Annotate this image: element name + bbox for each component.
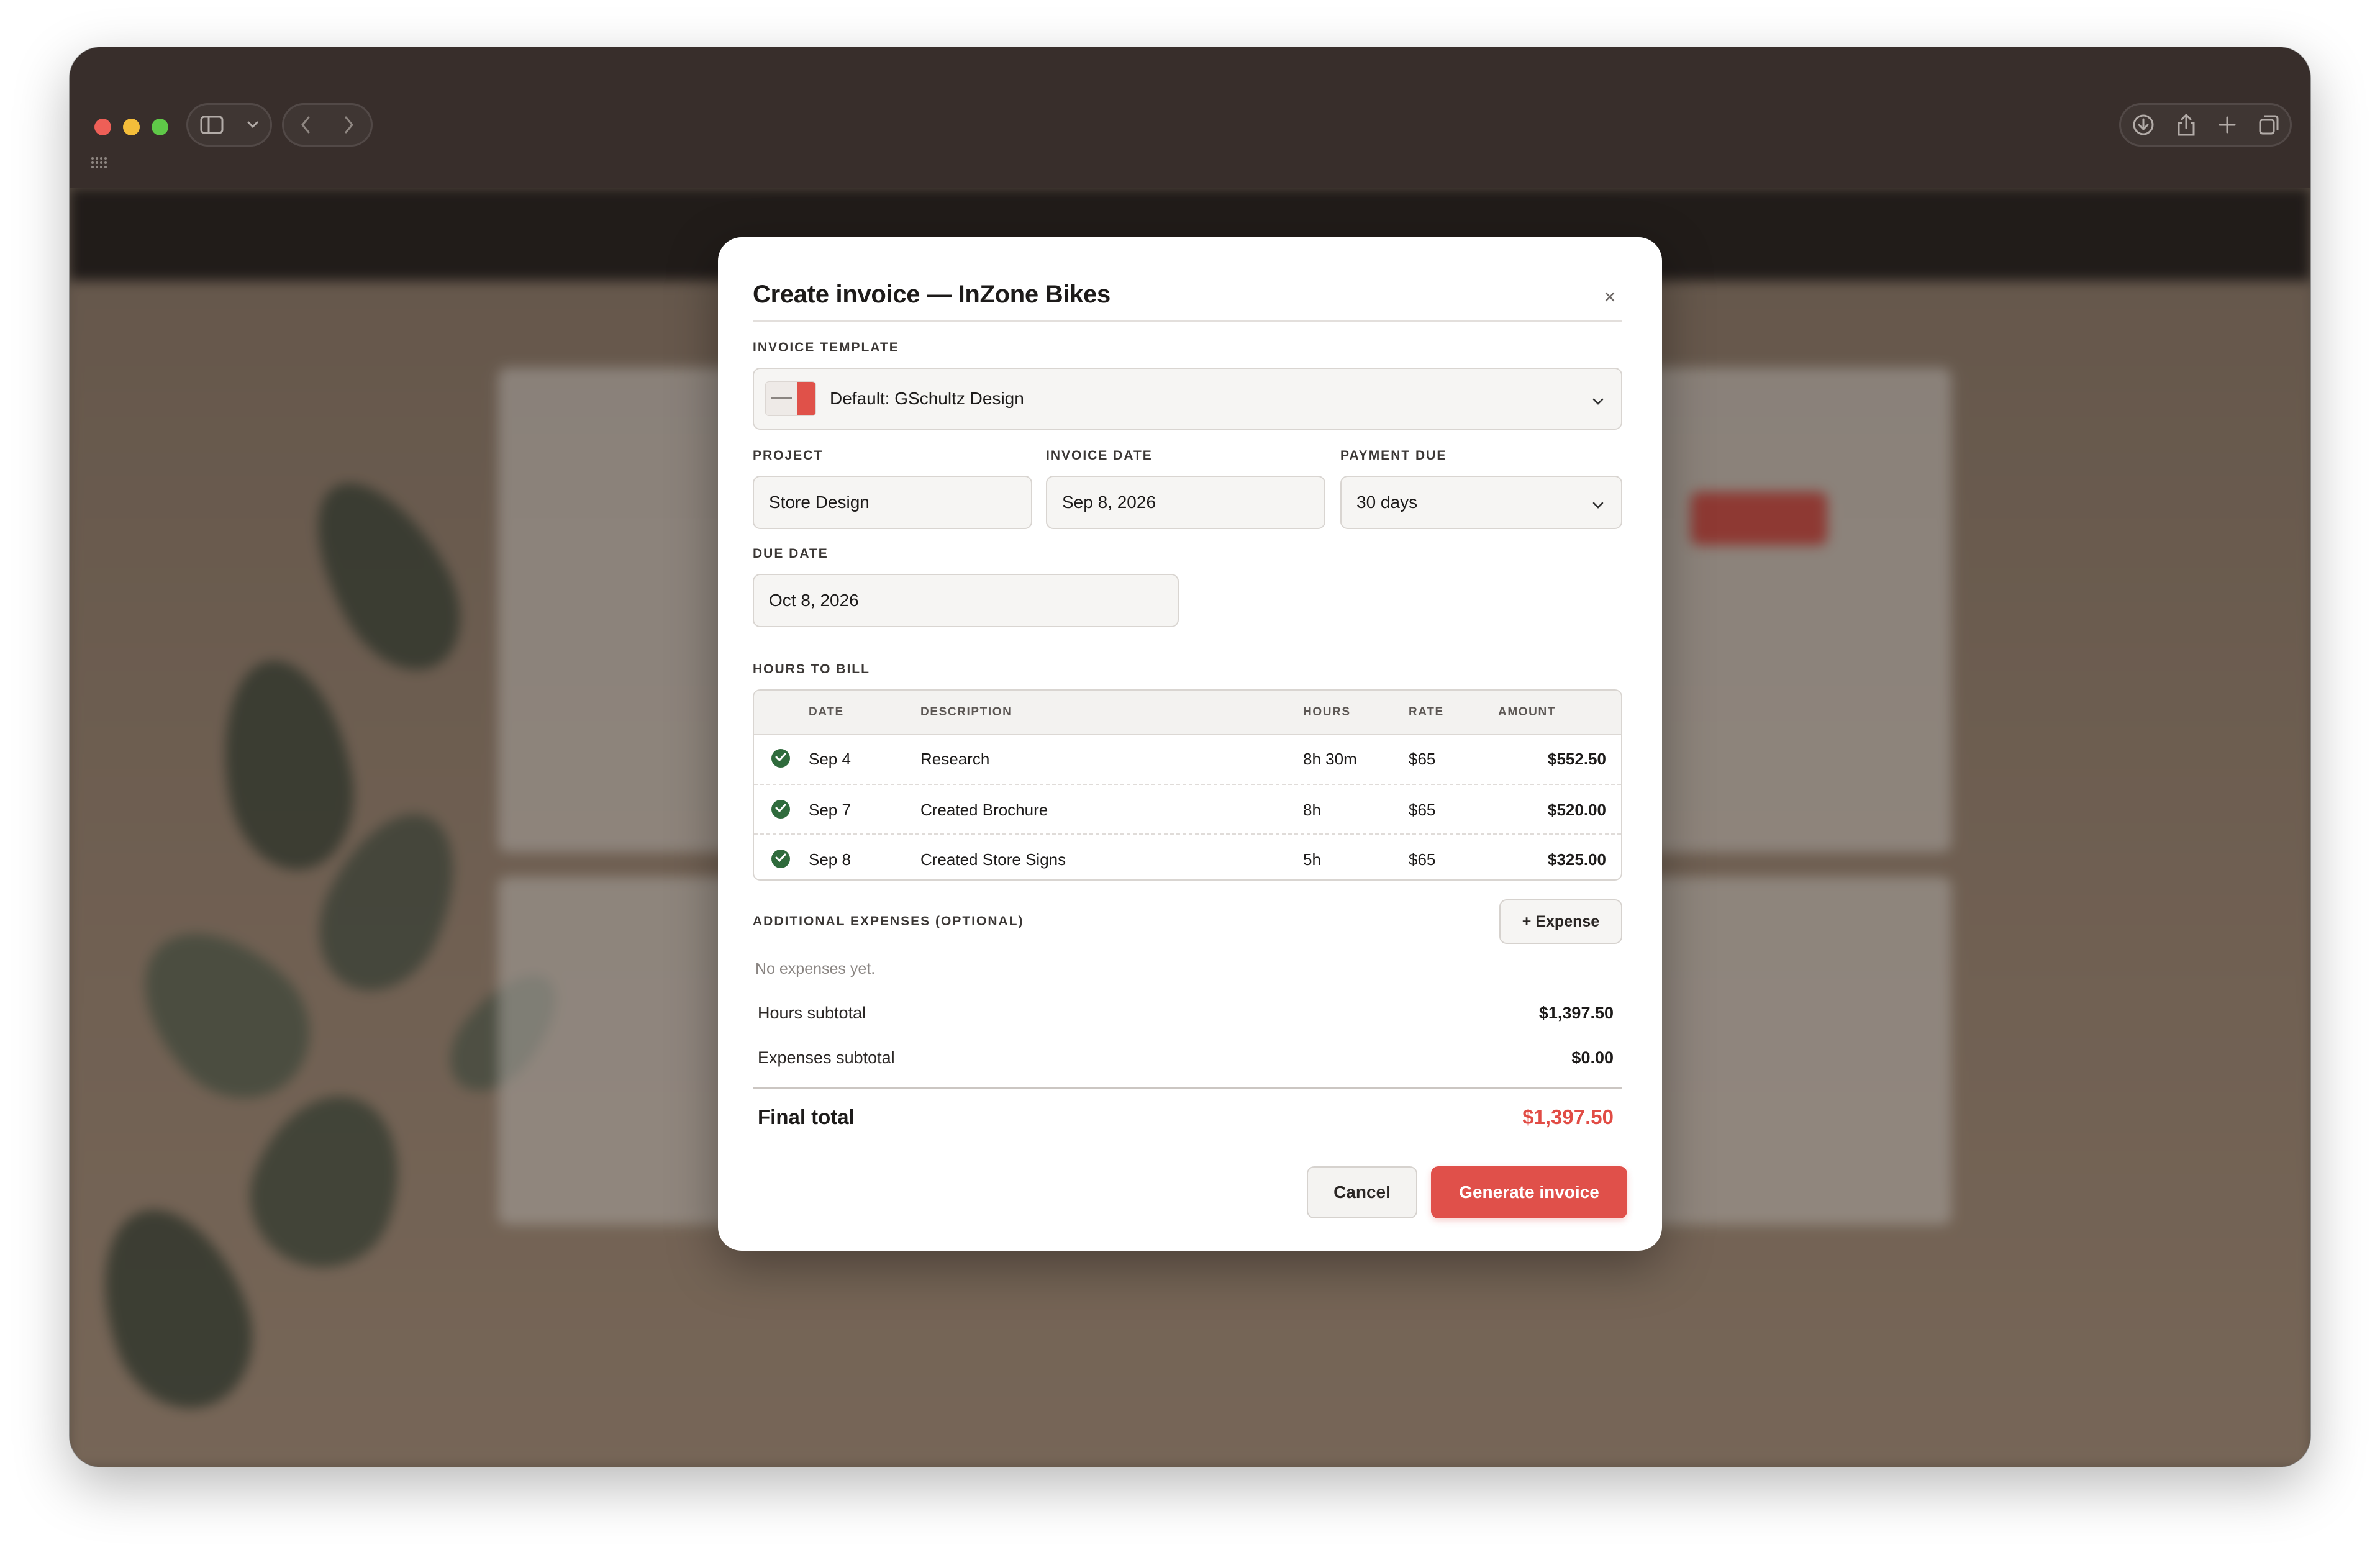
row-checkbox[interactable]	[771, 749, 790, 768]
invoice-template-value: Default: GSchultz Design	[830, 389, 1024, 408]
grid-dots-icon	[91, 156, 107, 172]
generate-invoice-button[interactable]: Generate invoice	[1431, 1166, 1627, 1218]
toolbar-actions	[2119, 103, 2292, 147]
sidebar-toggle-button[interactable]	[186, 103, 272, 147]
history-navigation	[282, 103, 373, 147]
tabs-overview-icon[interactable]	[2258, 114, 2279, 135]
close-icon	[1604, 291, 1615, 306]
hours-to-bill-label: HOURS TO BILL	[753, 662, 870, 676]
row-checkbox[interactable]	[771, 850, 790, 868]
table-row: Sep 7 Created Brochure 8h $65 $520.00	[754, 784, 1621, 835]
cancel-button[interactable]: Cancel	[1307, 1166, 1417, 1218]
table-header: DATE DESCRIPTION HOURS RATE AMOUNT	[754, 691, 1621, 735]
back-icon[interactable]	[300, 116, 311, 134]
invoice-template-label: INVOICE TEMPLATE	[753, 340, 899, 355]
checkmark-icon	[775, 804, 786, 815]
payment-due-value: 30 days	[1356, 492, 1418, 512]
due-date-label: DUE DATE	[753, 546, 829, 561]
create-invoice-dialog: Create invoice — InZone Bikes INVOICE TE…	[718, 237, 1662, 1251]
browser-toolbar	[70, 47, 2310, 188]
forward-icon[interactable]	[343, 116, 355, 134]
dialog-title: Create invoice — InZone Bikes	[753, 281, 1111, 308]
additional-expenses-label: ADDITIONAL EXPENSES (OPTIONAL)	[753, 914, 1024, 928]
new-tab-icon[interactable]	[2218, 116, 2237, 134]
project-label: PROJECT	[753, 448, 824, 463]
chevron-down-icon	[1591, 496, 1605, 516]
expenses-subtotal-label: Expenses subtotal	[758, 1048, 895, 1067]
row-rate: $65	[1409, 850, 1436, 869]
chevron-down-icon	[1591, 392, 1605, 412]
final-total-label: Final total	[758, 1105, 855, 1128]
column-header-amount: AMOUNT	[1498, 705, 1556, 719]
row-amount: $520.00	[1548, 800, 1606, 819]
row-date: Sep 7	[809, 800, 851, 819]
row-description: Research	[920, 750, 990, 768]
payment-due-select[interactable]: 30 days	[1340, 476, 1622, 529]
due-date-value: Oct 8, 2026	[769, 591, 859, 610]
title-divider	[753, 320, 1622, 322]
download-icon[interactable]	[2132, 114, 2155, 136]
row-date: Sep 8	[809, 850, 851, 869]
column-header-description: DESCRIPTION	[920, 705, 1012, 719]
project-field[interactable]: Store Design	[753, 476, 1032, 529]
row-hours: 8h 30m	[1303, 750, 1357, 768]
template-thumbnail	[765, 381, 816, 416]
invoice-date-label: INVOICE DATE	[1046, 448, 1153, 463]
add-expense-button[interactable]: + Expense	[1499, 899, 1622, 944]
invoice-template-select[interactable]: Default: GSchultz Design	[753, 368, 1622, 430]
row-hours: 8h	[1303, 800, 1321, 819]
hours-subtotal-value: $1,397.50	[1538, 1004, 1614, 1022]
final-total-value: $1,397.50	[1522, 1105, 1614, 1128]
row-hours: 5h	[1303, 850, 1321, 869]
close-window-button[interactable]	[94, 119, 111, 135]
checkmark-icon	[775, 853, 786, 865]
due-date-field[interactable]: Oct 8, 2026	[753, 574, 1179, 627]
row-date: Sep 4	[809, 750, 851, 768]
row-rate: $65	[1409, 750, 1436, 768]
column-header-date: DATE	[809, 705, 844, 719]
expenses-subtotal-value: $0.00	[1571, 1048, 1614, 1067]
row-amount: $552.50	[1548, 750, 1606, 768]
row-description: Created Brochure	[920, 800, 1048, 819]
row-description: Created Store Signs	[920, 850, 1066, 869]
share-icon[interactable]	[2176, 113, 2196, 137]
checkmark-icon	[775, 753, 786, 764]
table-row: Sep 4 Research 8h 30m $65 $552.50	[754, 734, 1621, 784]
invoice-date-value: Sep 8, 2026	[1062, 492, 1156, 512]
hours-table: DATE DESCRIPTION HOURS RATE AMOUNT Sep 4…	[753, 689, 1622, 881]
row-checkbox[interactable]	[771, 800, 790, 819]
minimize-window-button[interactable]	[123, 119, 140, 135]
table-row: Sep 8 Created Store Signs 5h $65 $325.00	[754, 833, 1621, 879]
zoom-window-button[interactable]	[152, 119, 168, 135]
row-amount: $325.00	[1548, 850, 1606, 869]
column-header-rate: RATE	[1409, 705, 1444, 719]
chevron-down-icon	[247, 120, 259, 129]
row-rate: $65	[1409, 800, 1436, 819]
hours-subtotal-label: Hours subtotal	[758, 1004, 866, 1022]
no-expenses-text: No expenses yet.	[755, 960, 876, 977]
invoice-date-field[interactable]: Sep 8, 2026	[1046, 476, 1325, 529]
column-header-hours: HOURS	[1303, 705, 1351, 719]
project-value: Store Design	[769, 492, 870, 512]
close-dialog-button[interactable]	[1599, 287, 1621, 309]
payment-due-label: PAYMENT DUE	[1340, 448, 1447, 463]
total-divider	[753, 1087, 1622, 1089]
sidebar-icon	[200, 116, 224, 134]
